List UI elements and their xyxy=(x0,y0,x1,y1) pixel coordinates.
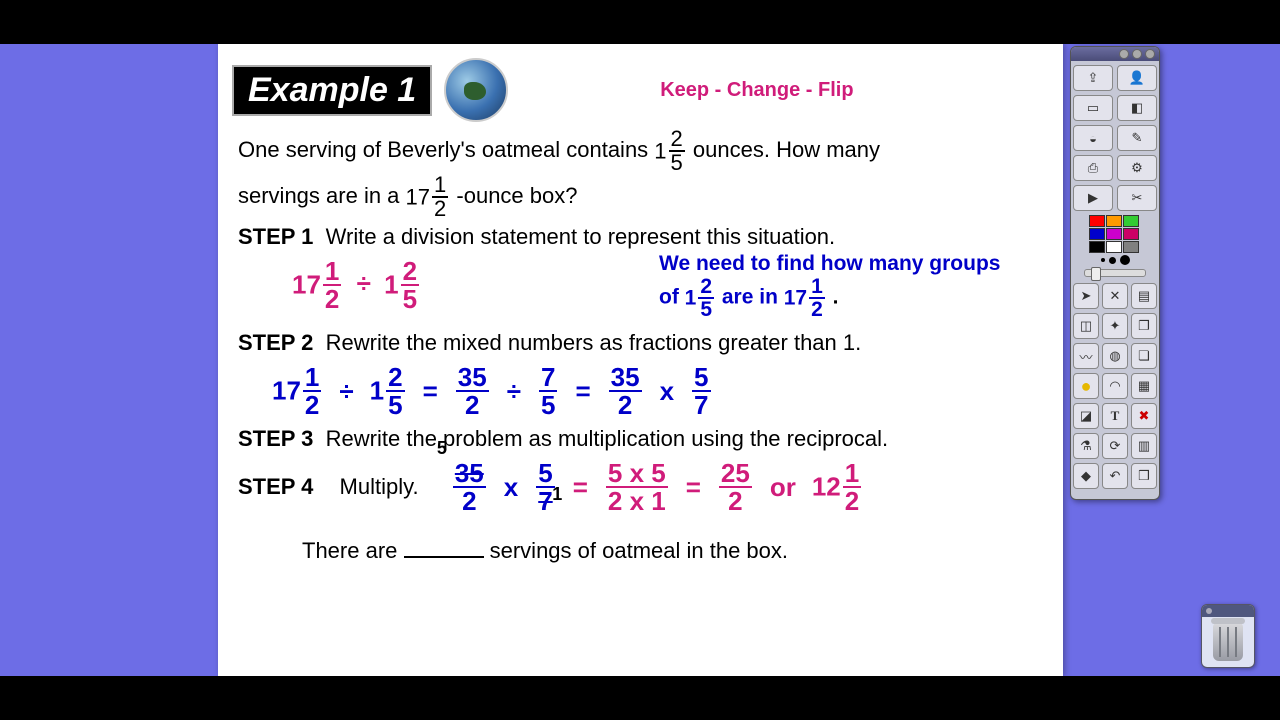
flask-icon[interactable]: ⚗ xyxy=(1073,433,1099,459)
color-swatch[interactable] xyxy=(1123,241,1139,253)
step1-label: STEP 1 xyxy=(238,224,313,249)
problem-line2a: servings are in a xyxy=(238,183,406,208)
copy-icon[interactable]: ❐ xyxy=(1131,313,1157,339)
trash-icon[interactable] xyxy=(1213,623,1243,661)
color-swatch[interactable] xyxy=(1089,215,1105,227)
color-swatch[interactable] xyxy=(1089,241,1105,253)
answer-blank[interactable] xyxy=(404,556,484,558)
keep-change-flip-label: Keep - Change - Flip xyxy=(660,79,853,102)
step3-label: STEP 3 xyxy=(238,426,313,451)
trash-window[interactable] xyxy=(1201,604,1255,668)
film-icon[interactable]: ▦ xyxy=(1131,373,1157,399)
step1-text: Write a division statement to represent … xyxy=(326,224,836,249)
highlighter-icon[interactable]: ◠ xyxy=(1102,373,1128,399)
bucket-icon[interactable]: ◍ xyxy=(1102,343,1128,369)
step4-label: STEP 4 xyxy=(238,474,313,500)
step4-text: Multiply. xyxy=(340,474,419,500)
marker-icon[interactable]: ◆ xyxy=(1073,463,1099,489)
clip-icon[interactable]: ❏ xyxy=(1131,343,1157,369)
scissors-icon[interactable]: ✂ xyxy=(1117,185,1157,211)
compass-icon[interactable]: ✕ xyxy=(1102,283,1128,309)
step2-text: Rewrite the mixed numbers as fractions g… xyxy=(326,330,862,355)
new-page-icon[interactable]: ▭ xyxy=(1073,95,1113,121)
folder-icon[interactable]: ▤ xyxy=(1131,283,1157,309)
worksheet-page: Example 1 Keep - Change - Flip One servi… xyxy=(218,44,1063,676)
color-swatch[interactable] xyxy=(1089,228,1105,240)
tool-palette[interactable]: ⇪👤▭◧◒✎⎙⚙▶✂ ➤✕▤ ◫✦❐ 〰◍❏ ●◠▦ ◪T✖ ⚗⟳▥ ◆↶❒ xyxy=(1070,46,1160,500)
circle-icon[interactable]: ● xyxy=(1073,373,1099,399)
eraser-icon[interactable]: ◫ xyxy=(1073,313,1099,339)
size-picker[interactable] xyxy=(1071,255,1159,265)
roll-icon[interactable]: ◧ xyxy=(1117,95,1157,121)
delete-icon[interactable]: ✖ xyxy=(1131,403,1157,429)
color-swatch[interactable] xyxy=(1106,215,1122,227)
example-title: Example 1 xyxy=(232,65,432,116)
conclusion-text: There are servings of oatmeal in the box… xyxy=(302,538,1039,564)
text-icon[interactable]: T xyxy=(1102,403,1128,429)
problem-line2b: -ounce box? xyxy=(456,183,577,208)
color-palette[interactable] xyxy=(1089,215,1141,253)
color-swatch[interactable] xyxy=(1106,241,1122,253)
minimize-icon[interactable] xyxy=(1119,49,1129,59)
printer-icon[interactable]: ⎙ xyxy=(1073,155,1113,181)
problem-line1a: One serving of Beverly's oatmeal contain… xyxy=(238,137,654,162)
explanation-text: We need to find how many groups of 125 a… xyxy=(659,252,1049,320)
step2-expression: 1712 ÷ 125 = 352 ÷ 75 = 352 x 57 xyxy=(272,364,1039,418)
toolbox-titlebar[interactable] xyxy=(1071,47,1159,61)
gear-icon[interactable]: ⚙ xyxy=(1117,155,1157,181)
color-swatch[interactable] xyxy=(1123,215,1139,227)
color-swatch[interactable] xyxy=(1106,228,1122,240)
paste-icon[interactable]: ❒ xyxy=(1131,463,1157,489)
play-icon[interactable]: ▶ xyxy=(1073,185,1113,211)
problem-line1b: ounces. How many xyxy=(693,137,880,162)
cancel-annotation-top: 5 xyxy=(437,438,447,459)
brush-icon[interactable]: 〰 xyxy=(1073,343,1099,369)
wrench-icon[interactable]: ✎ xyxy=(1117,125,1157,151)
person-icon[interactable]: 👤 xyxy=(1117,65,1157,91)
color-swatch[interactable] xyxy=(1123,228,1139,240)
cancel-annotation-bot: 1 xyxy=(552,484,562,505)
spray-icon[interactable]: ✦ xyxy=(1102,313,1128,339)
refresh-icon[interactable]: ⟳ xyxy=(1102,433,1128,459)
paint-icon[interactable]: ◒ xyxy=(1073,125,1113,151)
step3-text: Rewrite the problem as multiplication us… xyxy=(326,426,888,451)
undo-icon[interactable]: ↶ xyxy=(1102,463,1128,489)
pointer-icon[interactable]: ➤ xyxy=(1073,283,1099,309)
globe-icon xyxy=(444,58,508,122)
trash-titlebar[interactable] xyxy=(1202,605,1254,617)
sticky-icon[interactable]: ◪ xyxy=(1073,403,1099,429)
panel-icon[interactable]: ▥ xyxy=(1131,433,1157,459)
problem-text: One serving of Beverly's oatmeal contain… xyxy=(238,128,1033,220)
close-icon[interactable] xyxy=(1145,49,1155,59)
expand-icon[interactable] xyxy=(1132,49,1142,59)
step2-label: STEP 2 xyxy=(238,330,313,355)
share-icon[interactable]: ⇪ xyxy=(1073,65,1113,91)
opacity-slider[interactable] xyxy=(1084,269,1146,277)
